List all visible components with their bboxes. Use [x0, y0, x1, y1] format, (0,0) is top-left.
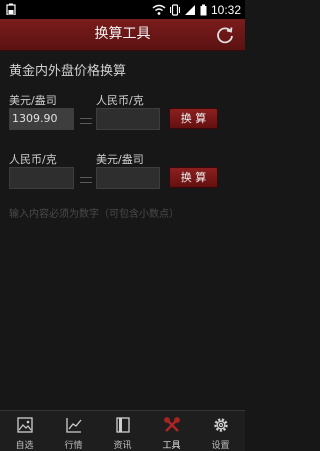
tools-icon — [163, 417, 180, 432]
gear-icon — [213, 418, 228, 432]
cny-per-gram-input[interactable] — [9, 167, 74, 189]
tab-settings[interactable]: 设置 — [196, 411, 245, 451]
convert-button-1[interactable]: 换 算 — [169, 108, 218, 129]
tab-label: 设置 — [211, 441, 230, 451]
title-bar: 换算工具 — [0, 19, 245, 51]
refresh-icon[interactable] — [215, 25, 235, 45]
equals-sign — [80, 118, 92, 124]
battery-icon — [200, 4, 207, 15]
usd-per-ounce-output[interactable] — [96, 167, 160, 189]
tab-watchlist[interactable]: 自选 — [0, 411, 49, 451]
input-hint: 输入内容必须为数字（可包含小数点） — [9, 209, 179, 220]
wifi-icon — [152, 4, 166, 15]
section-title: 黄金内外盘价格换算 — [9, 64, 127, 79]
tab-tools[interactable]: 工具 — [147, 411, 196, 451]
status-bar: 10:32 — [0, 0, 245, 19]
page-title: 换算工具 — [94, 26, 151, 42]
trend-chart-icon — [65, 418, 81, 433]
row1-right-label: 人民币/克 — [96, 94, 144, 107]
convert-button-2[interactable]: 换 算 — [169, 167, 218, 188]
battery-warning-icon — [6, 3, 16, 15]
book-icon — [115, 417, 130, 433]
tab-label: 自选 — [15, 441, 34, 451]
tab-label: 行情 — [64, 441, 83, 451]
usd-per-ounce-input[interactable]: 1309.90 — [9, 108, 74, 130]
vibrate-icon — [169, 3, 180, 16]
tab-news[interactable]: 资讯 — [98, 411, 147, 451]
status-time: 10:32 — [210, 2, 241, 17]
cny-per-gram-output[interactable] — [96, 108, 160, 130]
signal-icon — [184, 4, 195, 15]
equals-sign — [80, 177, 92, 183]
tab-quotes[interactable]: 行情 — [49, 411, 98, 451]
row2-left-label: 人民币/克 — [9, 153, 57, 166]
row2-right-label: 美元/盎司 — [96, 153, 144, 166]
row1-left-label: 美元/盎司 — [9, 94, 57, 107]
tab-label: 资讯 — [113, 441, 132, 451]
image-icon — [16, 417, 33, 433]
tab-label: 工具 — [162, 441, 181, 451]
bottom-tab-bar: 自选 行情 资讯 工具 设置 — [0, 410, 245, 451]
